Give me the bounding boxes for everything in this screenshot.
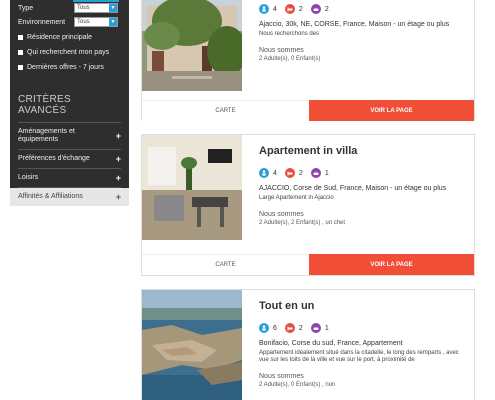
filter-environnement-select[interactable]: Tous ▼ [74,17,118,27]
listing-card: Tout en un 6 2 1 Bonifacio, Corse du sud… [141,289,475,400]
listing-info: Apartement in villa 4 2 1 AJACCIO, Corse… [259,135,468,226]
adv-item-loisirs[interactable]: Loisirs + [18,169,121,188]
listing-info: Tout en un 6 2 1 Bonifacio, Corse du sud… [259,290,468,388]
baths-count: 2 [324,5,329,13]
listing-location: Ajaccio, 30k, NE, CORSE, France, Maison … [259,21,450,28]
view-page-button[interactable]: VOIR LA PAGE [309,100,474,121]
household-composition: 2 Adulte(s), 0 Enfant(s) [259,56,321,62]
person-icon [259,4,269,14]
listing-card: Apartement in villa 4 2 1 AJACCIO, Corse… [141,134,475,276]
filter-environnement: Environnement Tous ▼ [18,16,121,28]
nous-sommes-label: Nous sommes [259,373,304,380]
checkbox-mon-pays-label: Qui recherchent mon pays [27,49,110,56]
chevron-down-icon: ▼ [109,18,117,26]
baths-count: 1 [324,324,329,332]
adv-item-preferences[interactable]: Préférences d'échange + [18,150,121,169]
persons-count: 4 [273,5,277,13]
bath-icon [310,4,321,14]
household-composition: 2 Adulte(s), 2 Enfant(s) , un chet [259,220,346,226]
listing-actions: CARTE VOIR LA PAGE [142,100,474,121]
map-link[interactable]: CARTE [142,100,309,121]
nous-sommes-label: Nous sommes [259,211,304,218]
filter-type-value: Tous [77,5,90,11]
checkbox-dernieres-offres[interactable]: Dernières offres - 7 jours [18,60,121,75]
checkbox-dernieres-offres-label: Dernières offres - 7 jours [27,64,104,71]
baths-count: 1 [324,169,329,177]
listing-photo[interactable] [142,0,242,91]
filter-type-label: Type [18,4,34,12]
listing-location: AJACCIO, Corse de Sud, France, Maison - … [259,185,447,192]
bath-icon [310,168,321,178]
bath-icon [310,323,321,333]
adv-item-label: Affinités & Affiliations [18,193,83,200]
persons-count: 4 [273,169,277,177]
filter-environnement-value: Tous [77,19,90,25]
listing-title[interactable]: Tout en un [259,300,468,312]
checkbox-residence-label: Résidence principale [27,34,92,41]
plus-icon[interactable]: + [116,132,121,141]
person-icon [259,323,269,333]
filter-type: Type Tous ▼ [18,2,121,14]
listing-description: Nous recherchons des [259,31,320,37]
listing-photo[interactable] [142,135,242,240]
listing-info: 4 2 2 Ajaccio, 30k, NE, CORSE, France, M… [259,0,468,62]
plus-icon[interactable]: + [116,155,121,164]
bed-icon [284,323,295,333]
search-filters: Type Tous ▼ Environnement Tous ▼ Résiden… [10,0,129,84]
adv-item-amenagements[interactable]: Aménagements et équipements + [18,123,121,150]
beds-count: 2 [298,5,303,13]
checkbox-icon[interactable] [18,50,23,55]
adv-item-label: Aménagements et équipements [18,128,75,143]
beds-count: 2 [298,169,303,177]
chevron-down-icon: ▼ [109,4,117,12]
advanced-criteria: CRITÈRES AVANCÉS Aménagements et équipem… [10,84,129,206]
household-composition: 2 Adulte(s), 0 Enfant(s) , non [259,382,336,388]
persons-count: 6 [273,324,277,332]
top-select-strip[interactable] [73,0,119,2]
filter-type-select[interactable]: Tous ▼ [74,3,118,13]
adv-item-affinites[interactable]: Affinités & Affiliations + [10,188,129,206]
house-garden-photo [142,0,242,91]
plus-icon[interactable]: + [116,174,121,183]
advanced-criteria-title: CRITÈRES AVANCÉS [18,94,121,123]
adv-item-label: Loisirs [18,174,39,181]
nous-sommes-label: Nous sommes [259,47,304,54]
beds-count: 2 [298,324,303,332]
map-link[interactable]: CARTE [142,254,309,275]
checkbox-icon[interactable] [18,35,23,40]
listing-stats: 6 2 1 [259,323,468,333]
listing-stats: 4 2 1 [259,168,468,178]
checkbox-mon-pays[interactable]: Qui recherchent mon pays [18,45,121,60]
view-page-button[interactable]: VOIR LA PAGE [309,254,474,275]
listing-photo[interactable] [142,290,242,400]
listing-card: 4 2 2 Ajaccio, 30k, NE, CORSE, France, M… [141,0,475,121]
filter-environnement-label: Environnement [18,18,66,26]
checkbox-icon[interactable] [18,65,23,70]
listing-actions: CARTE VOIR LA PAGE [142,254,474,275]
listing-stats: 4 2 2 [259,4,468,14]
sidebar: Type Tous ▼ Environnement Tous ▼ Résiden… [10,0,129,206]
listing-description: Appartement idéalement situé dans la cit… [259,350,459,363]
bed-icon [284,168,295,178]
listing-title[interactable]: Apartement in villa [259,145,468,157]
checkbox-residence[interactable]: Résidence principale [18,30,121,45]
bonifacio-aerial-photo [142,290,242,400]
listing-location: Bonifacio, Corse du sud, France, Apparte… [259,340,403,347]
plus-icon[interactable]: + [116,193,121,202]
adv-item-label: Préférences d'échange [18,155,90,162]
bed-icon [284,4,295,14]
listing-description: Large Apartement in Ajaccio [259,195,334,201]
interior-photo [142,135,242,240]
person-icon [259,168,269,178]
